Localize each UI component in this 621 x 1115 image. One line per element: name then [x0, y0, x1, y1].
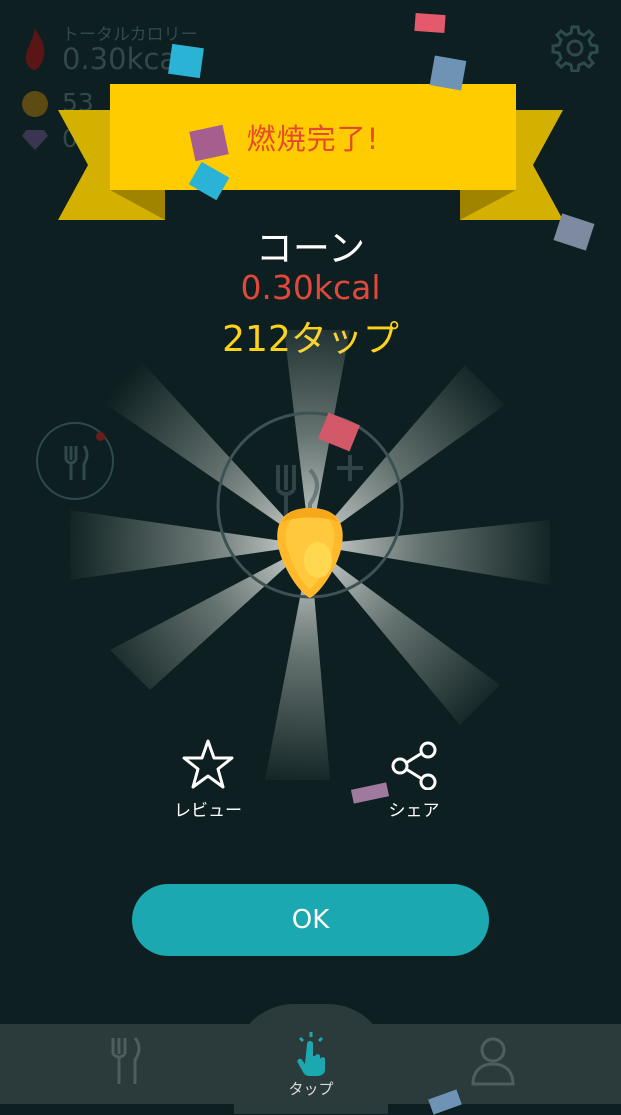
tap-hand-icon[interactable]	[290, 1030, 332, 1076]
confetti-piece	[168, 43, 204, 79]
review-button[interactable]: レビュー	[148, 738, 268, 821]
share-icon	[391, 741, 437, 791]
user-icon[interactable]	[470, 1034, 516, 1086]
corn-kernel-icon	[277, 508, 343, 598]
star-icon	[182, 739, 234, 789]
fork-knife-icon[interactable]	[108, 1036, 144, 1086]
food-name: コーン	[255, 227, 366, 270]
burn-complete-banner: 燃焼完了!	[110, 84, 516, 190]
ok-button[interactable]: OK	[132, 884, 489, 956]
share-button[interactable]: シェア	[354, 738, 474, 821]
nav-tap-label[interactable]: タップ	[234, 1078, 388, 1099]
burned-kcal: 0.30kcal	[240, 268, 381, 307]
review-label: レビュー	[174, 801, 242, 821]
confetti-piece	[414, 12, 446, 34]
confetti-piece	[429, 55, 467, 91]
share-label: シェア	[388, 801, 440, 821]
light-rays	[70, 330, 550, 780]
